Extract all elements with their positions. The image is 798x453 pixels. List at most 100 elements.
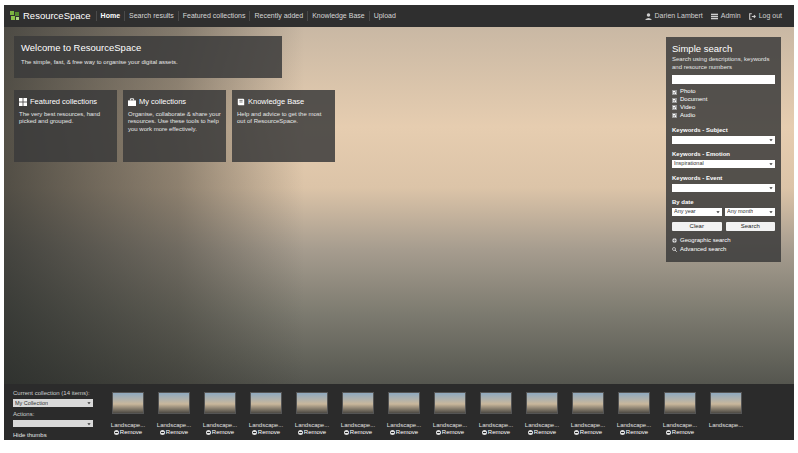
month-select[interactable]: Any month — [725, 208, 775, 216]
collection-item[interactable]: Landscape...Remove — [613, 384, 655, 440]
nav-link[interactable]: Home — [96, 11, 124, 22]
remove-link[interactable]: Remove — [482, 429, 510, 436]
clear-button[interactable]: Clear — [672, 222, 722, 231]
remove-text[interactable]: Remove — [212, 429, 234, 436]
remove-text[interactable]: Remove — [258, 429, 280, 436]
item-label[interactable]: Landscape... — [295, 422, 329, 429]
remove-link[interactable]: Remove — [574, 429, 602, 436]
admin-link[interactable]: Admin — [711, 11, 741, 22]
collection-select[interactable]: My Collection — [13, 399, 93, 407]
item-label[interactable]: Landscape... — [663, 422, 697, 429]
checkbox-label[interactable]: Document — [680, 96, 707, 104]
thumbnail[interactable] — [434, 392, 466, 414]
type-checkbox-row[interactable]: Video — [672, 104, 775, 112]
thumbnail[interactable] — [526, 392, 558, 414]
remove-text[interactable]: Remove — [672, 429, 694, 436]
collection-item[interactable]: Landscape...Remove — [153, 384, 195, 440]
collection-item[interactable]: Landscape...Remove — [383, 384, 425, 440]
search-link[interactable]: Advanced search — [672, 245, 775, 254]
year-select[interactable]: Any year — [672, 208, 722, 216]
type-checkbox-row[interactable]: Audio — [672, 112, 775, 120]
search-link-text[interactable]: Advanced search — [680, 245, 726, 254]
remove-text[interactable]: Remove — [442, 429, 464, 436]
remove-text[interactable]: Remove — [534, 429, 556, 436]
nav-link[interactable]: Featured collections — [178, 11, 250, 22]
thumbnail[interactable] — [250, 392, 282, 414]
tile-title[interactable]: Featured collections — [30, 96, 97, 107]
thumbnail[interactable] — [664, 392, 696, 414]
checkbox[interactable] — [672, 90, 677, 95]
collection-item[interactable]: Landscape...Remove — [429, 384, 471, 440]
collection-item[interactable]: Landscape...Remove — [567, 384, 609, 440]
item-label[interactable]: Landscape... — [617, 422, 651, 429]
remove-link[interactable]: Remove — [160, 429, 188, 436]
field-select[interactable]: Inspirational — [672, 160, 775, 168]
remove-text[interactable]: Remove — [120, 429, 142, 436]
thumbnail[interactable] — [710, 392, 742, 414]
nav-link[interactable]: Knowledge Base — [307, 11, 369, 22]
remove-link[interactable]: Remove — [390, 429, 418, 436]
remove-text[interactable]: Remove — [350, 429, 372, 436]
logo[interactable]: ResourceSpace — [10, 9, 91, 23]
thumbnail[interactable] — [342, 392, 374, 414]
search-button[interactable]: Search — [726, 222, 776, 231]
search-input[interactable] — [672, 75, 775, 84]
thumbnail[interactable] — [618, 392, 650, 414]
nav-link[interactable]: Search results — [124, 11, 178, 22]
remove-link[interactable]: Remove — [620, 429, 648, 436]
remove-link[interactable]: Remove — [666, 429, 694, 436]
item-label[interactable]: Landscape... — [387, 422, 421, 429]
remove-link[interactable]: Remove — [206, 429, 234, 436]
field-select[interactable] — [672, 184, 775, 192]
item-label[interactable]: Landscape... — [479, 422, 513, 429]
tile[interactable]: Knowledge BaseHelp and advice to get the… — [232, 90, 335, 162]
collection-item[interactable]: Landscape... — [705, 384, 747, 440]
remove-link[interactable]: Remove — [114, 429, 142, 436]
collection-item[interactable]: Landscape...Remove — [521, 384, 563, 440]
checkbox-label[interactable]: Video — [680, 104, 695, 112]
thumbnail[interactable] — [158, 392, 190, 414]
remove-link[interactable]: Remove — [252, 429, 280, 436]
collection-item[interactable]: Landscape...Remove — [199, 384, 241, 440]
thumbnail[interactable] — [112, 392, 144, 414]
tile[interactable]: My collectionsOrganise, collaborate & sh… — [123, 90, 226, 162]
tile-title[interactable]: My collections — [139, 96, 186, 107]
thumbnail[interactable] — [388, 392, 420, 414]
item-label[interactable]: Landscape... — [571, 422, 605, 429]
type-checkbox-row[interactable]: Photo — [672, 88, 775, 96]
collection-item[interactable]: Landscape...Remove — [337, 384, 379, 440]
remove-text[interactable]: Remove — [166, 429, 188, 436]
thumbnail[interactable] — [572, 392, 604, 414]
thumbnail[interactable] — [204, 392, 236, 414]
remove-text[interactable]: Remove — [304, 429, 326, 436]
collection-item[interactable]: Landscape...Remove — [475, 384, 517, 440]
checkbox-label[interactable]: Audio — [680, 112, 695, 120]
actions-select[interactable] — [13, 420, 93, 427]
thumbnail[interactable] — [296, 392, 328, 414]
logo-text[interactable]: ResourceSpace — [23, 9, 91, 23]
logout-text[interactable]: Log out — [759, 11, 782, 22]
tile-title[interactable]: Knowledge Base — [248, 96, 304, 107]
remove-link[interactable]: Remove — [528, 429, 556, 436]
user-name[interactable]: Darien Lambert — [655, 11, 703, 22]
item-label[interactable]: Landscape... — [249, 422, 283, 429]
item-label[interactable]: Landscape... — [157, 422, 191, 429]
item-label[interactable]: Landscape... — [709, 422, 743, 429]
checkbox[interactable] — [672, 98, 677, 103]
admin-text[interactable]: Admin — [721, 11, 741, 22]
checkbox[interactable] — [672, 105, 677, 110]
collection-item[interactable]: Landscape...Remove — [107, 384, 149, 440]
nav-link[interactable]: Recently added — [249, 11, 307, 22]
field-select[interactable] — [672, 136, 775, 144]
remove-text[interactable]: Remove — [396, 429, 418, 436]
nav-link[interactable]: Upload — [369, 11, 400, 22]
item-label[interactable]: Landscape... — [525, 422, 559, 429]
hide-thumbs-link[interactable]: Hide thumbs — [13, 431, 99, 440]
thumbnail[interactable] — [480, 392, 512, 414]
collection-item[interactable]: Landscape...Remove — [291, 384, 333, 440]
checkbox-label[interactable]: Photo — [680, 88, 696, 96]
item-label[interactable]: Landscape... — [111, 422, 145, 429]
remove-link[interactable]: Remove — [298, 429, 326, 436]
search-link[interactable]: Geographic search — [672, 236, 775, 245]
remove-link[interactable]: Remove — [436, 429, 464, 436]
